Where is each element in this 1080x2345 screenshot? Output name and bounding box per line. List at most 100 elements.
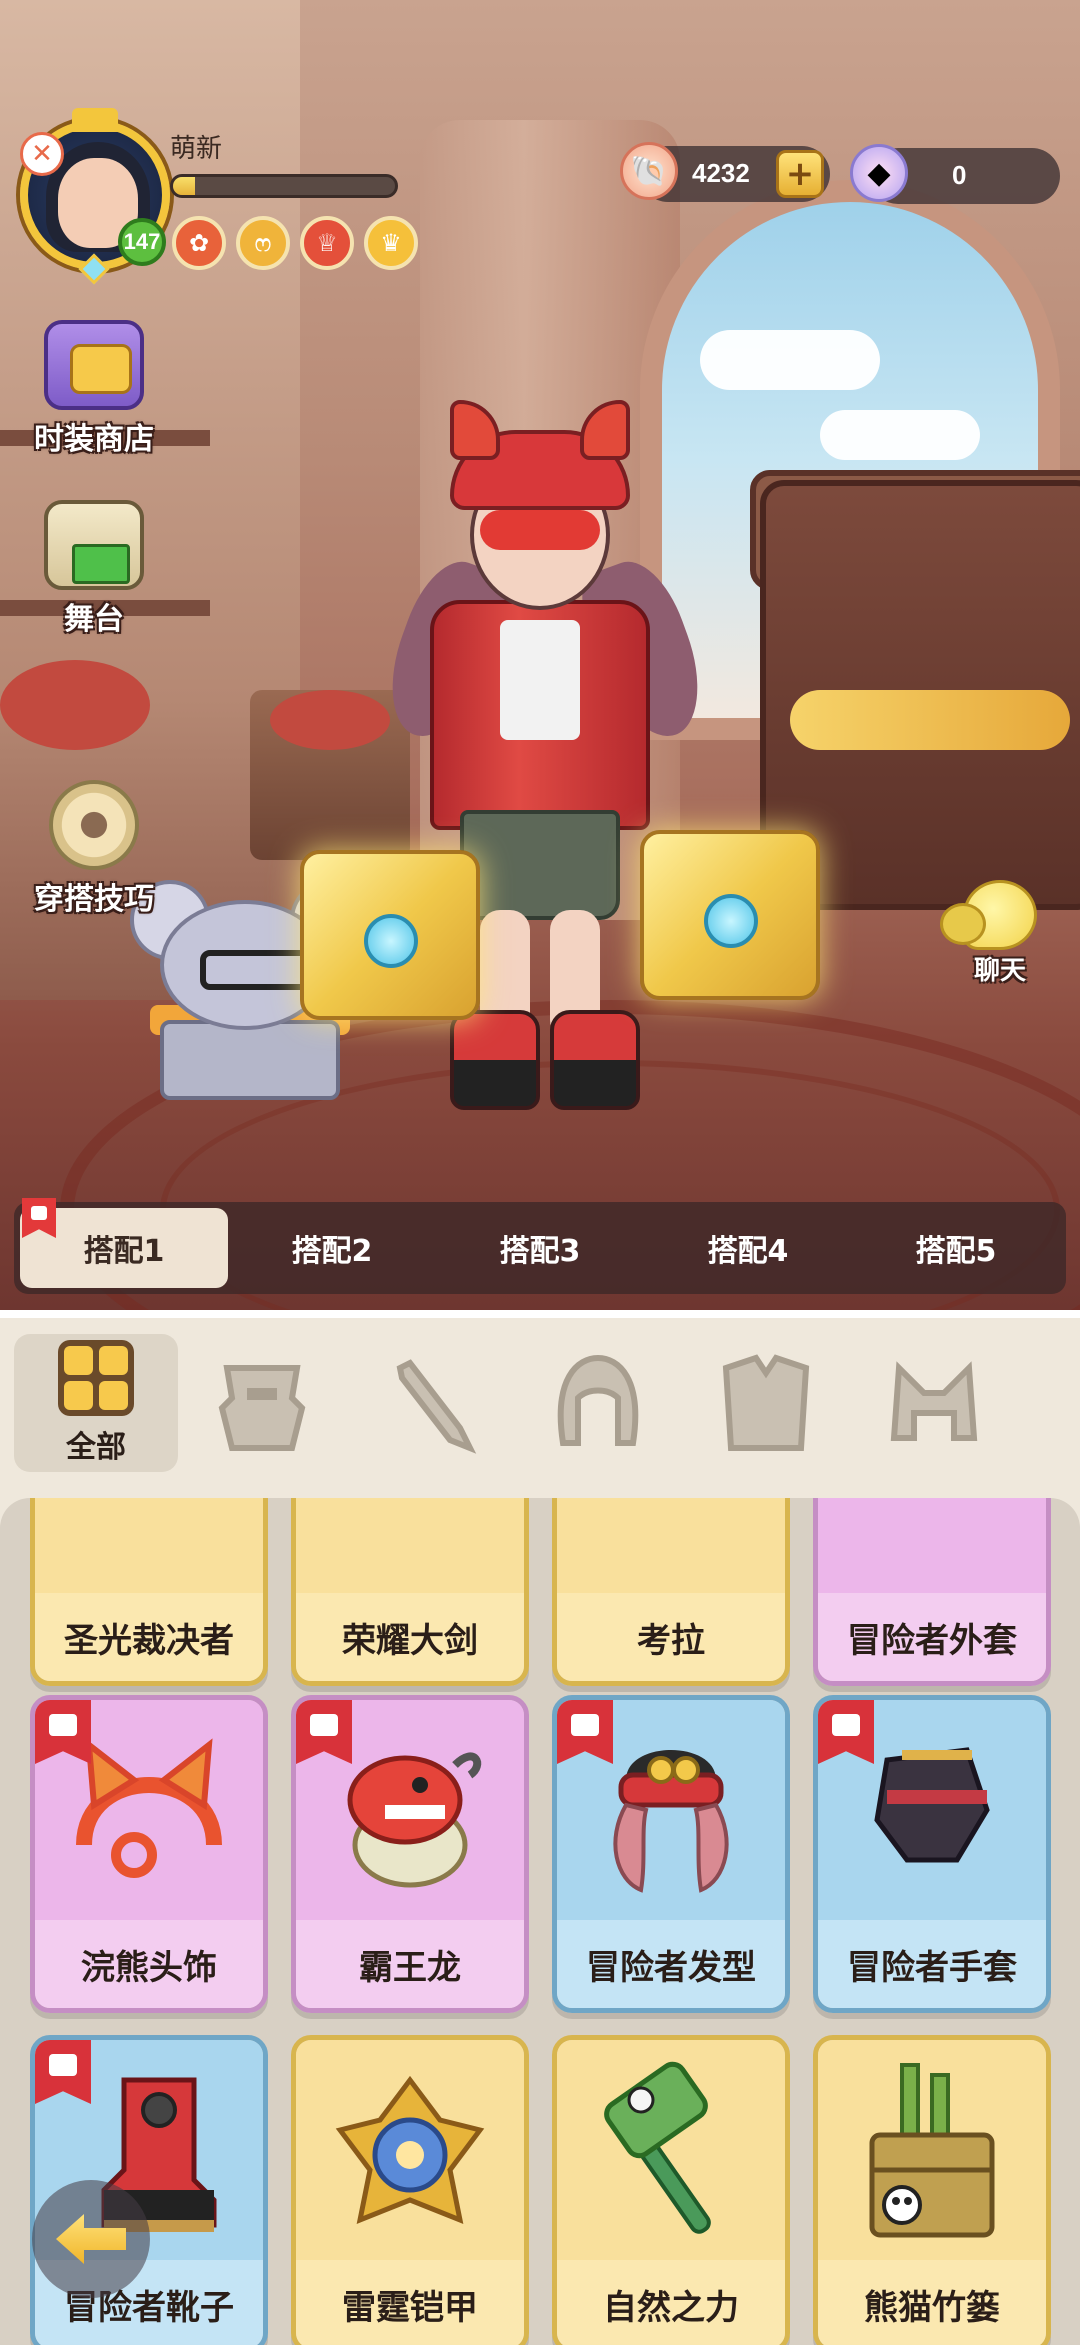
item-card[interactable]: 雷霆铠甲 [291,2035,529,2345]
ear [450,400,500,460]
category-all-label: 全部 [66,1430,126,1465]
item-image [557,2040,785,2260]
shell-currency: 🐚 4232 + [620,142,830,202]
item-name: 霸王龙 [296,1920,524,2008]
grid-icon [58,1340,134,1416]
item-name: 圣光裁决者 [35,1593,263,1681]
character-shirt [500,620,580,740]
exp-bar [170,174,398,198]
item-image [818,2040,1046,2260]
right-gauntlet [640,830,820,1000]
wardrobe-panel: 全部 圣光裁决者 荣耀大剑 考拉 冒险者外套 浣熊头饰 霸王龙 冒险者发型 冒险… [0,1310,1080,2345]
item-card[interactable]: 考拉 [552,1498,790,1686]
tab-outfit-3[interactable]: 搭配3 [436,1208,644,1288]
item-name: 考拉 [557,1593,785,1681]
stage-icon [44,500,144,590]
chat-bubble-icon [940,880,1037,950]
gem-amount: 0 [952,160,967,190]
hair-icon[interactable] [514,1334,682,1472]
item-card[interactable]: 霸王龙 [291,1695,529,2013]
meat-prop [0,660,150,750]
top-icon[interactable] [682,1334,850,1472]
panda-basket-icon [869,2063,995,2238]
player-character[interactable] [371,400,719,1140]
tab-outfit-2[interactable]: 搭配2 [228,1208,436,1288]
item-name: 荣耀大剑 [296,1593,524,1681]
character-ears [440,400,640,460]
shell-icon: 🐚 [620,142,678,200]
item-name: 熊猫竹篓 [818,2260,1046,2345]
headwear-icon[interactable] [850,1334,1018,1472]
item-card[interactable]: 浣熊头饰 [30,1695,268,2013]
tab-label: 搭配5 [915,1234,997,1269]
item-name: 雷霆铠甲 [296,2260,524,2345]
flower-badge-icon[interactable]: ✿ [172,216,226,270]
tab-outfit-5[interactable]: 搭配5 [852,1208,1060,1288]
character-boot [450,1010,540,1110]
item-name: 浣熊头饰 [35,1920,263,2008]
stage-button[interactable]: 舞台 [14,500,174,638]
left-gauntlet [300,850,480,1020]
tab-label: 搭配2 [291,1234,373,1269]
outfit-tips-label: 穿搭技巧 [34,882,154,917]
shirt-flag-icon [22,1198,56,1238]
shell-amount: 4232 [692,158,750,188]
avatar-crown-icon [72,108,118,132]
cloud [700,330,880,390]
cat-badge-icon[interactable]: ෆ [236,216,290,270]
item-card[interactable]: 圣光裁决者 [30,1498,268,1686]
item-card[interactable]: 冒险者外套 [813,1498,1051,1686]
item-name: 冒险者外套 [818,1593,1046,1681]
koala-glasses [200,950,310,990]
item-card[interactable]: 冒险者发型 [552,1695,790,2013]
trophy-badge-icon[interactable]: ♕ [300,216,354,270]
weapon-icon[interactable] [346,1334,514,1472]
item-card[interactable]: 自然之力 [552,2035,790,2345]
chest-gold [790,690,1070,750]
item-image [35,1498,263,1593]
crown-badge-icon[interactable]: ♛ [364,216,418,270]
outfit-tips-button[interactable]: 穿搭技巧 [14,780,174,918]
item-name: 冒险者发型 [557,1920,785,2008]
item-image [296,1498,524,1593]
item-grid: 圣光裁决者 荣耀大剑 考拉 冒险者外套 浣熊头饰 霸王龙 冒险者发型 冒险者手套… [0,1498,1080,2345]
item-card[interactable]: 荣耀大剑 [291,1498,529,1686]
item-image [557,1498,785,1593]
outfit-set-icon[interactable] [178,1334,346,1472]
exp-bar-fill [173,177,196,195]
category-all[interactable]: 全部 [14,1334,178,1472]
nature-hammer-icon [604,2061,711,2234]
thunder-armor-icon [335,2075,485,2225]
badge-row: ✿ ෆ ♕ ♛ [172,216,418,270]
add-shell-button[interactable]: + [776,150,824,198]
chat-label: 聊天 [973,956,1026,986]
gem-currency: ◆ 0 [850,144,1060,204]
tab-outfit-4[interactable]: 搭配4 [644,1208,852,1288]
ear [580,400,630,460]
chat-button[interactable]: 聊天 [940,880,1060,987]
tab-label: 搭配1 [83,1234,165,1269]
item-card[interactable]: 冒险者手套 [813,1695,1051,2013]
item-card[interactable]: 熊猫竹篓 [813,2035,1051,2345]
outfit-tabs: 搭配1 搭配2 搭配3 搭配4 搭配5 [14,1198,1066,1294]
gem-icon: ◆ [850,144,908,202]
koala-seat [160,1020,340,1100]
tab-label: 搭配3 [499,1234,581,1269]
character-mask [480,510,600,550]
item-image [818,1498,1046,1593]
item-name: 自然之力 [557,2260,785,2345]
player-name: 萌新 [170,134,223,164]
close-icon[interactable]: ✕ [20,132,64,176]
tab-outfit-1[interactable]: 搭配1 [20,1198,228,1288]
character-shorts [460,810,620,920]
fashion-shop-button[interactable]: 时装商店 [14,320,174,458]
level-badge: 147 [118,218,166,266]
item-name: 冒险者手套 [818,1920,1046,2008]
shop-icon [44,320,144,410]
back-button[interactable] [32,2180,150,2298]
cloud [820,410,980,460]
category-row: 全部 [0,1318,1080,1488]
meat-prop [270,690,390,750]
back-arrow-icon [56,2214,126,2264]
stage-label: 舞台 [64,602,124,637]
